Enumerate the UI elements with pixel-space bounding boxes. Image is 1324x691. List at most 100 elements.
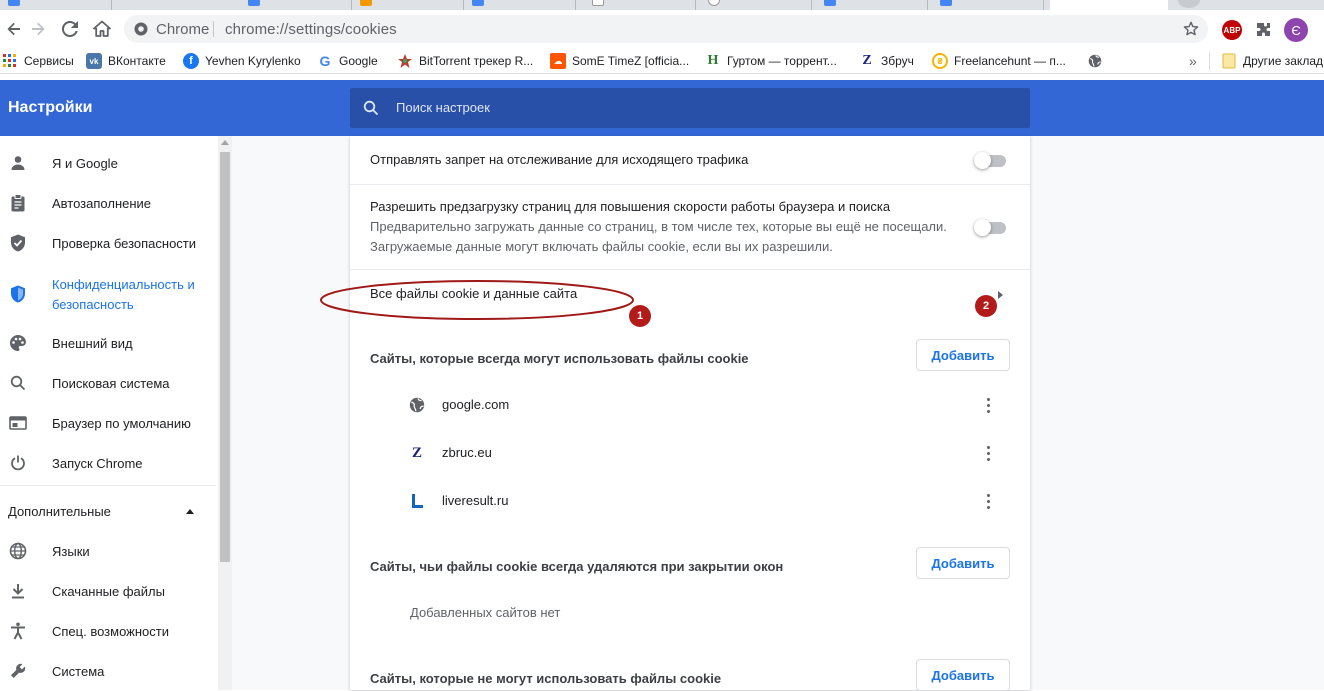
settings-search-input[interactable]: Поиск настроек bbox=[350, 88, 1030, 128]
bookmark-google[interactable]: G Google bbox=[317, 52, 378, 70]
privacy-shield-icon bbox=[8, 284, 28, 304]
tab[interactable] bbox=[700, 0, 812, 10]
bookmark-label: Збруч bbox=[881, 54, 914, 68]
scroll-up-arrow-icon[interactable] bbox=[221, 140, 229, 145]
sidebar-item-label: Я и Google bbox=[52, 155, 118, 171]
profile-avatar[interactable]: Є bbox=[1284, 18, 1308, 42]
active-tab[interactable] bbox=[1050, 0, 1168, 10]
sidebar-item-autofill[interactable]: Автозаполнение bbox=[0, 183, 216, 223]
bookmark-hurtom[interactable]: H Гуртом — торрент... bbox=[705, 52, 837, 70]
new-tab-button[interactable] bbox=[1178, 0, 1200, 8]
do-not-track-toggle[interactable] bbox=[974, 152, 1008, 169]
omnibox[interactable]: Chrome chrome://settings/cookies bbox=[124, 15, 1208, 43]
scrollbar-thumb[interactable] bbox=[220, 152, 230, 562]
omnibox-site-chip: Chrome bbox=[156, 21, 210, 38]
sidebar-scrollbar[interactable] bbox=[218, 136, 232, 690]
never-allow-add-button[interactable]: Добавить bbox=[916, 659, 1010, 691]
clear-on-exit-add-button[interactable]: Добавить bbox=[916, 547, 1010, 579]
browser-toolbar: Chrome chrome://settings/cookies ABP Є bbox=[0, 10, 1324, 48]
sidebar-item-label: Автозаполнение bbox=[52, 195, 152, 211]
do-not-track-label: Отправлять запрет на отслеживание для ис… bbox=[370, 152, 749, 167]
site-domain: google.com bbox=[442, 397, 510, 412]
sidebar-item-label: Система bbox=[52, 663, 105, 679]
annotation-marker-2: 2 bbox=[975, 295, 997, 317]
omnibox-separator bbox=[213, 21, 214, 37]
tab[interactable] bbox=[816, 0, 928, 10]
sidebar-item-label: Конфиденциальность и безопасность bbox=[52, 277, 195, 312]
tab[interactable] bbox=[352, 0, 464, 10]
sidebar-item-default-browser[interactable]: Браузер по умолчанию bbox=[0, 403, 216, 443]
sidebar-item-downloads[interactable]: Скачанные файлы bbox=[0, 571, 216, 611]
tab[interactable] bbox=[464, 0, 576, 10]
reload-button[interactable] bbox=[56, 15, 84, 43]
tab[interactable] bbox=[240, 0, 352, 10]
sidebar-advanced-toggle[interactable]: Дополнительные bbox=[0, 491, 216, 531]
bookmark-freelancehunt[interactable]: ₴ Freelancehunt — п... bbox=[932, 52, 1066, 70]
adblock-extension-icon[interactable]: ABP bbox=[1222, 20, 1242, 40]
site-row-google[interactable]: google.com bbox=[350, 381, 1030, 429]
more-actions-icon[interactable] bbox=[978, 441, 998, 465]
bookmark-zbruc[interactable]: Z Збруч bbox=[859, 52, 914, 70]
liveresult-icon bbox=[408, 492, 426, 510]
sidebar-item-accessibility[interactable]: Спец. возможности bbox=[0, 611, 216, 651]
bookmark-star-icon[interactable] bbox=[1183, 21, 1199, 37]
facebook-icon: f bbox=[183, 53, 199, 69]
annotation-marker-1: 1 bbox=[629, 305, 651, 327]
site-row-zbruc[interactable]: Z zbruc.eu bbox=[350, 429, 1030, 477]
tab[interactable] bbox=[932, 0, 1044, 10]
site-row-liveresult[interactable]: liveresult.ru bbox=[350, 477, 1030, 525]
sidebar-item-system[interactable]: Система bbox=[0, 651, 216, 691]
bookmark-facebook[interactable]: f Yevhen Kyrylenko bbox=[183, 52, 301, 70]
sidebar-item-appearance[interactable]: Внешний вид bbox=[0, 323, 216, 363]
other-bookmarks-folder[interactable]: Другие заклад bbox=[1221, 52, 1323, 70]
reload-icon bbox=[62, 21, 78, 37]
site-domain: liveresult.ru bbox=[442, 493, 509, 508]
sidebar-item-label: Языки bbox=[52, 543, 90, 559]
never-allow-section-title: Сайты, которые не могут использовать фай… bbox=[370, 671, 722, 686]
more-actions-icon[interactable] bbox=[978, 393, 998, 417]
shield-check-icon bbox=[8, 233, 28, 253]
back-arrow-icon bbox=[7, 22, 21, 36]
tab[interactable] bbox=[584, 0, 696, 10]
annotation-ellipse bbox=[320, 280, 634, 320]
more-actions-icon[interactable] bbox=[978, 489, 998, 513]
apps-grid-icon bbox=[2, 53, 18, 69]
no-sites-message: Добавленных сайтов нет bbox=[410, 605, 561, 620]
omnibox-url[interactable]: chrome://settings/cookies bbox=[225, 21, 397, 38]
bookmark-vk[interactable]: vk ВКонтакте bbox=[86, 52, 166, 70]
sidebar-item-search-engine[interactable]: Поисковая система bbox=[0, 363, 216, 403]
browser-window-icon bbox=[8, 413, 28, 433]
forward-arrow-icon bbox=[32, 22, 45, 36]
sidebar-item-label: Запуск Chrome bbox=[52, 455, 143, 471]
home-button[interactable] bbox=[88, 15, 116, 43]
bookmarks-overflow-button[interactable]: » bbox=[1189, 52, 1197, 70]
sidebar-item-label: Браузер по умолчанию bbox=[52, 415, 191, 431]
google-icon: G bbox=[319, 53, 331, 69]
settings-header: Настройки Поиск настроек bbox=[0, 80, 1324, 136]
sidebar-item-on-startup[interactable]: Запуск Chrome bbox=[0, 443, 216, 483]
tab[interactable] bbox=[0, 0, 112, 10]
sidebar-item-languages[interactable]: Языки bbox=[0, 531, 216, 571]
always-allow-add-button[interactable]: Добавить bbox=[916, 339, 1010, 371]
sidebar-divider bbox=[0, 485, 216, 486]
bookmark-services[interactable]: Сервисы bbox=[2, 52, 74, 70]
bookmark-label: BitTorrent трекер R... bbox=[419, 54, 534, 68]
advanced-label: Дополнительные bbox=[8, 503, 111, 519]
bookmark-soundcloud[interactable]: ☁ SomE TimeZ [officia... bbox=[550, 52, 689, 70]
sidebar-item-label: Проверка безопасности bbox=[52, 235, 197, 251]
bookmark-globe[interactable] bbox=[1087, 52, 1109, 70]
person-icon bbox=[8, 153, 28, 173]
toggle-knob bbox=[974, 219, 991, 236]
sidebar-item-you-and-google[interactable]: Я и Google bbox=[0, 143, 216, 183]
clipboard-icon bbox=[8, 193, 28, 213]
tab-strip bbox=[0, 0, 1324, 10]
bookmark-label: Сервисы bbox=[24, 54, 74, 68]
sidebar-item-safety-check[interactable]: Проверка безопасности bbox=[0, 223, 216, 263]
forward-button[interactable] bbox=[24, 15, 52, 43]
home-icon bbox=[93, 20, 111, 37]
extensions-puzzle-icon[interactable] bbox=[1255, 21, 1273, 39]
preload-toggle[interactable] bbox=[974, 219, 1008, 236]
chevron-up-icon bbox=[186, 508, 194, 514]
chevron-right-icon bbox=[998, 291, 1003, 299]
bookmark-rutracker[interactable]: BitTorrent трекер R... bbox=[397, 52, 533, 70]
